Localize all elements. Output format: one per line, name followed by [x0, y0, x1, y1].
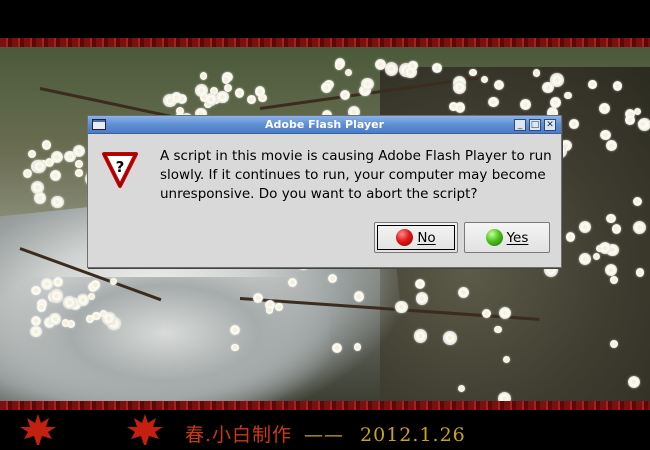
- dogwood-blossom: [49, 313, 61, 325]
- no-button[interactable]: No: [374, 222, 458, 253]
- dogwood-blossom: [99, 309, 107, 317]
- dogwood-blossom: [564, 92, 572, 100]
- dogwood-blossom: [432, 63, 443, 73]
- dogwood-blossom: [37, 302, 46, 312]
- decorative-border-bottom: [0, 401, 650, 410]
- dogwood-blossom: [635, 268, 645, 278]
- dogwood-blossom: [221, 75, 231, 84]
- dogwood-blossom: [44, 158, 55, 168]
- dogwood-blossom: [638, 119, 647, 128]
- dogwood-blossom: [63, 296, 76, 309]
- dogwood-blossom: [612, 81, 623, 91]
- flash-player-dialog: Adobe Flash Player _ □ ✕ ? A script in t…: [87, 115, 562, 268]
- close-button[interactable]: ✕: [544, 119, 556, 131]
- warning-question-icon: ?: [102, 152, 138, 188]
- decorative-border-top: [0, 38, 650, 47]
- dialog-title: Adobe Flash Player: [265, 118, 384, 131]
- dogwood-blossom: [22, 169, 32, 179]
- dogwood-blossom: [384, 62, 398, 76]
- dogwood-blossom: [611, 224, 622, 234]
- dogwood-blossom: [361, 77, 374, 91]
- dogwood-blossom: [605, 140, 617, 151]
- dogwood-blossom: [49, 289, 64, 303]
- dogwood-blossom: [86, 315, 94, 323]
- dogwood-blossom: [415, 292, 429, 305]
- dogwood-blossom: [600, 129, 611, 141]
- dogwood-blossom: [50, 170, 62, 182]
- yes-button[interactable]: Yes: [464, 222, 550, 253]
- dogwood-blossom: [520, 99, 531, 110]
- dogwood-blossom: [321, 82, 333, 94]
- dogwood-blossom: [334, 61, 344, 71]
- dogwood-blossom: [30, 325, 42, 338]
- dogwood-blossom: [41, 140, 52, 150]
- maple-leaf-icon: [20, 414, 56, 445]
- red-circle-icon: [396, 229, 414, 246]
- dialog-titlebar[interactable]: Adobe Flash Player _ □ ✕: [88, 116, 561, 134]
- svg-text:?: ?: [116, 158, 125, 176]
- yes-button-label: Yes: [506, 229, 529, 246]
- dogwood-blossom: [40, 277, 53, 290]
- green-circle-icon: [485, 229, 503, 246]
- dogwood-blossom: [255, 86, 266, 97]
- dogwood-blossom: [353, 343, 362, 351]
- dogwood-blossom: [588, 80, 597, 89]
- dogwood-blossom: [52, 277, 63, 288]
- dogwood-blossom: [449, 101, 458, 111]
- credit-author: 春.小白制作: [185, 424, 293, 446]
- dogwood-blossom: [339, 90, 350, 101]
- credit-date: 2012.1.26: [360, 424, 466, 446]
- dogwood-blossom: [568, 119, 579, 129]
- dogwood-blossom: [488, 96, 499, 107]
- dogwood-blossom: [74, 160, 83, 168]
- dogwood-blossom: [443, 330, 457, 345]
- dogwood-blossom: [344, 68, 352, 76]
- dogwood-blossom: [109, 277, 118, 285]
- dogwood-blossom: [275, 302, 283, 311]
- credit-dash: ——: [304, 424, 345, 446]
- dogwood-blossom: [61, 319, 70, 327]
- dialog-message: A script in this movie is causing Adobe …: [160, 148, 552, 202]
- dogwood-blossom: [565, 232, 576, 242]
- dogwood-blossom: [51, 195, 64, 209]
- dogwood-blossom: [34, 192, 46, 204]
- dogwood-blossom: [414, 329, 428, 343]
- dogwood-blossom: [502, 356, 510, 364]
- dogwood-blossom: [395, 300, 408, 314]
- dogwood-blossom: [75, 169, 83, 177]
- minimize-button[interactable]: _: [514, 119, 526, 131]
- maximize-button[interactable]: □: [529, 119, 541, 131]
- credit-text: 春.小白制作 —— 2012.1.26: [185, 420, 466, 447]
- dogwood-blossom: [542, 81, 554, 94]
- dogwood-blossom: [32, 159, 47, 174]
- dogwood-blossom: [353, 290, 365, 302]
- no-button-label: No: [417, 229, 436, 246]
- dogwood-blossom: [606, 213, 616, 224]
- dogwood-blossom: [170, 92, 182, 103]
- dogwood-blossom: [199, 72, 207, 80]
- dogwood-blossom: [457, 287, 469, 299]
- dogwood-blossom: [469, 68, 477, 77]
- dogwood-blossom: [235, 88, 245, 98]
- dogwood-blossom: [72, 144, 85, 157]
- dogwood-blossom: [598, 103, 610, 115]
- dogwood-blossom: [287, 277, 297, 287]
- maple-leaf-icon: [127, 414, 163, 445]
- dogwood-blossom: [31, 286, 41, 296]
- dogwood-blossom: [247, 95, 256, 104]
- dogwood-blossom: [77, 294, 89, 306]
- dogwood-blossom: [532, 69, 541, 77]
- dogwood-blossom: [27, 149, 36, 158]
- dogwood-blossom: [625, 114, 635, 125]
- dogwood-blossom: [609, 340, 618, 349]
- dogwood-blossom: [216, 91, 229, 104]
